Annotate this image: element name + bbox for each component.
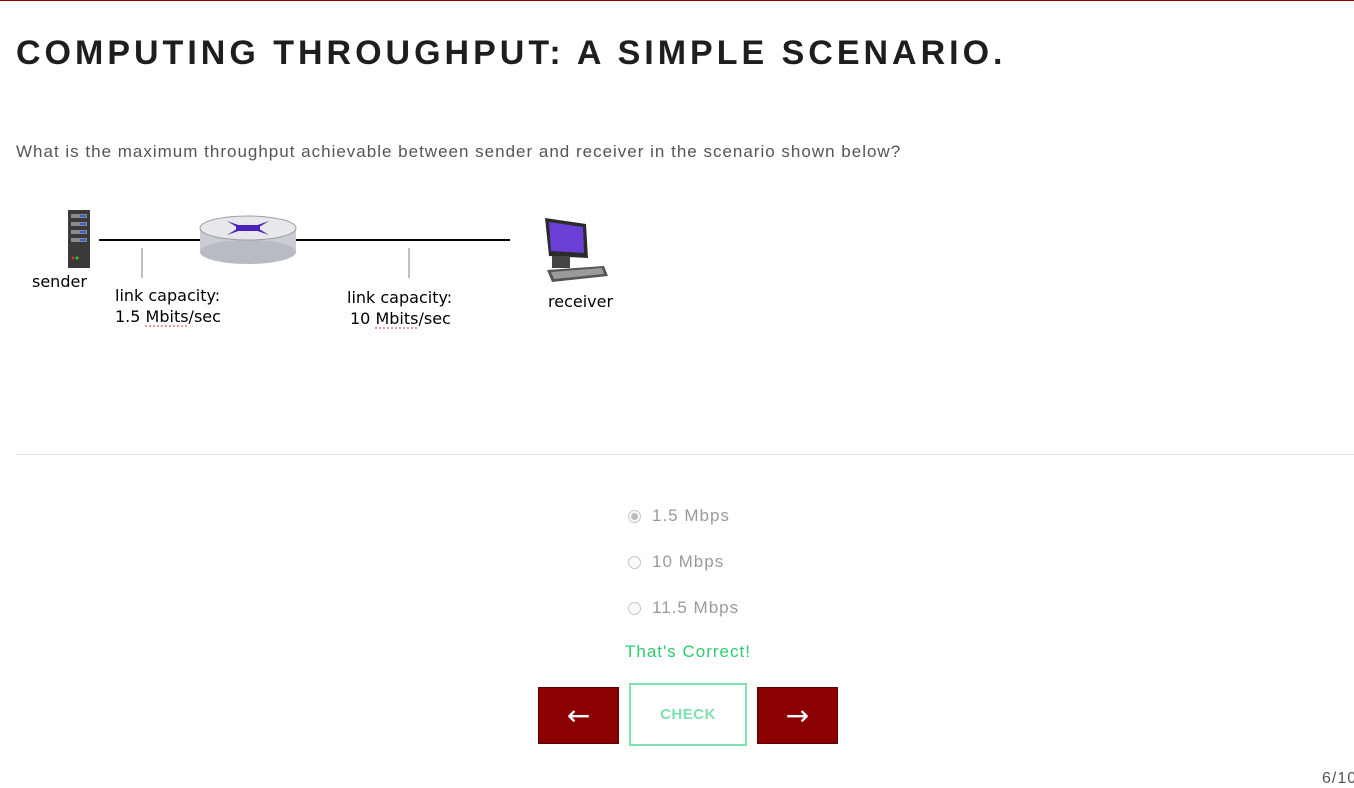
option-label: 10 Mbps bbox=[652, 552, 725, 571]
receiver-label: receiver bbox=[548, 292, 613, 311]
next-button[interactable]: → bbox=[757, 687, 838, 744]
check-button[interactable]: CHECK bbox=[629, 683, 747, 746]
network-diagram: sender link capacity: 1.5 Mbits/sec link… bbox=[32, 210, 613, 329]
sender-label: sender bbox=[32, 272, 87, 291]
radio-button[interactable] bbox=[628, 509, 641, 523]
arrow-left-icon: ← bbox=[566, 699, 591, 732]
option-label: 1.5 Mbps bbox=[652, 506, 730, 525]
question-text: What is the maximum throughput achievabl… bbox=[16, 142, 902, 161]
arrow-right-icon: → bbox=[785, 699, 810, 732]
option-label: 11.5 Mbps bbox=[652, 598, 740, 617]
computer-icon bbox=[545, 218, 608, 282]
link2-label-line1: link capacity: bbox=[347, 288, 452, 307]
top-accent-rule bbox=[0, 0, 1354, 1]
answer-options: 1.5 Mbps 10 Mbps 11.5 Mbps bbox=[628, 504, 739, 642]
server-icon bbox=[68, 210, 90, 268]
option-11-5-mbps[interactable]: 11.5 Mbps bbox=[628, 596, 739, 620]
page-counter: 6/10 bbox=[1322, 770, 1354, 787]
option-10-mbps[interactable]: 10 Mbps bbox=[628, 550, 739, 574]
radio-button[interactable] bbox=[628, 555, 641, 569]
previous-button[interactable]: ← bbox=[538, 687, 619, 744]
link1-label-line2: 1.5 Mbits/sec bbox=[115, 307, 221, 326]
option-1-5-mbps[interactable]: 1.5 Mbps bbox=[628, 504, 739, 528]
slide-title: COMPUTING THROUGHPUT: A SIMPLE SCENARIO. bbox=[16, 34, 1007, 72]
link1-label-line1: link capacity: bbox=[115, 286, 220, 305]
section-divider bbox=[16, 454, 1354, 455]
router-icon bbox=[199, 215, 297, 264]
link2-label-line2: 10 Mbits/sec bbox=[350, 309, 451, 328]
answer-feedback: That's Correct! bbox=[625, 642, 751, 661]
radio-button[interactable] bbox=[628, 601, 641, 615]
